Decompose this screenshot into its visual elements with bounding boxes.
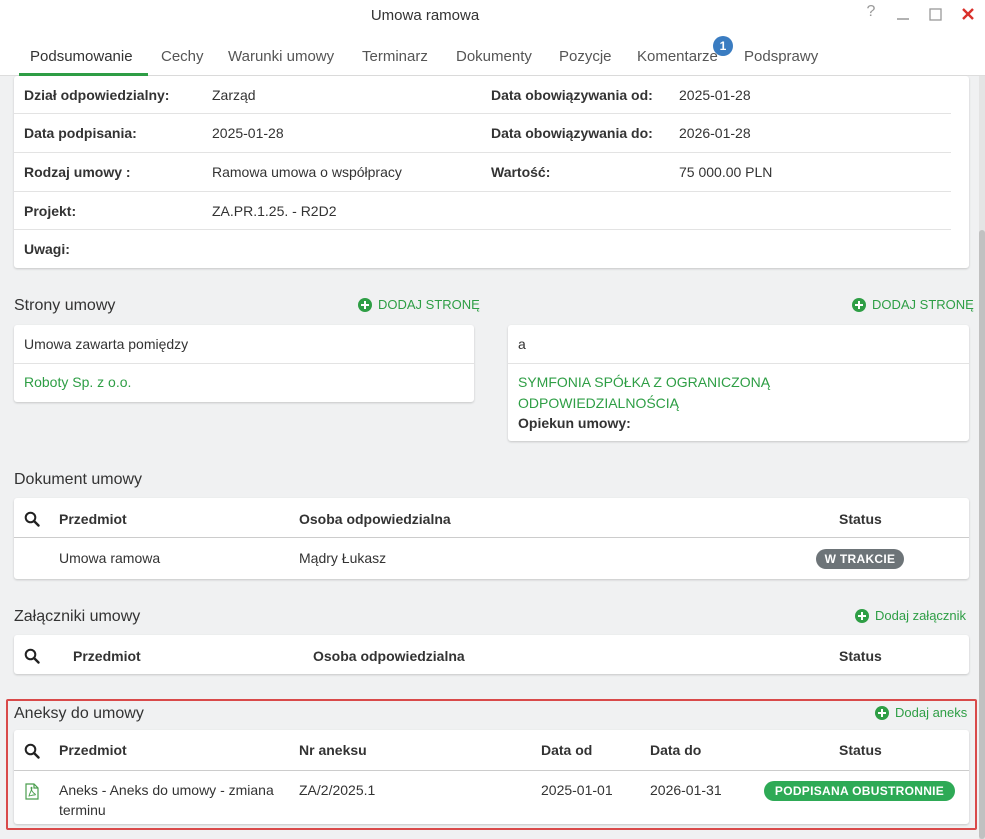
detail-value: ZA.PR.1.25. - R2D2 bbox=[212, 203, 337, 219]
search-icon[interactable] bbox=[24, 648, 40, 664]
party-header: Umowa zawarta pomiędzy bbox=[24, 336, 189, 352]
tab-podsumowanie[interactable]: Podsumowanie bbox=[30, 48, 133, 65]
attachments-section-title: Załączniki umowy bbox=[14, 608, 141, 625]
add-party-button-left[interactable]: DODAJ STRONĘ bbox=[358, 297, 480, 312]
title-bar: Umowa ramowa ? bbox=[0, 0, 985, 36]
tab-terminarz[interactable]: Terminarz bbox=[362, 48, 428, 65]
detail-value: 2025-01-28 bbox=[679, 87, 751, 103]
window-title: Umowa ramowa bbox=[370, 7, 480, 24]
detail-label: Rodzaj umowy : bbox=[24, 164, 131, 180]
table-row-date-to: 2026-01-31 bbox=[650, 782, 722, 798]
column-header-status[interactable]: Status bbox=[839, 511, 882, 527]
add-party-button-right[interactable]: DODAJ STRONĘ bbox=[852, 297, 974, 312]
party-card-right: a SYMFONIA SPÓŁKA Z OGRANICZONĄ ODPOWIED… bbox=[508, 325, 969, 441]
column-header-person[interactable]: Osoba odpowiedzialna bbox=[313, 648, 465, 664]
search-icon[interactable] bbox=[24, 743, 40, 759]
detail-value: Zarząd bbox=[212, 87, 256, 103]
table-row-subject[interactable]: Aneks - Aneks do umowy - zmiana bbox=[59, 782, 274, 798]
table-row-subject[interactable]: Umowa ramowa bbox=[59, 550, 160, 566]
minimize-icon[interactable] bbox=[893, 3, 913, 28]
pdf-file-icon bbox=[25, 783, 39, 800]
detail-label: Data obowiązywania od: bbox=[491, 87, 653, 103]
scrollbar-thumb[interactable] bbox=[979, 230, 985, 839]
annexes-table: Przedmiot Nr aneksu Data od Data do Stat… bbox=[14, 730, 969, 824]
search-icon[interactable] bbox=[24, 511, 40, 527]
attachments-table: Przedmiot Osoba odpowiedzialna Status bbox=[14, 635, 969, 674]
column-header-number[interactable]: Nr aneksu bbox=[299, 742, 367, 758]
detail-value: 2025-01-28 bbox=[212, 125, 284, 141]
tab-podsprawy[interactable]: Podsprawy bbox=[744, 48, 818, 65]
add-annex-button[interactable]: Dodaj aneks bbox=[875, 705, 967, 720]
guardian-label: Opiekun umowy: bbox=[518, 415, 631, 431]
column-header-person[interactable]: Osoba odpowiedzialna bbox=[299, 511, 451, 527]
column-header-subject[interactable]: Przedmiot bbox=[59, 511, 127, 527]
column-header-date-to[interactable]: Data do bbox=[650, 742, 701, 758]
detail-label: Dział odpowiedzialny: bbox=[24, 87, 170, 103]
contract-doc-section-title: Dokument umowy bbox=[14, 471, 143, 488]
detail-value: 75 000.00 PLN bbox=[679, 164, 773, 180]
annexes-section-title: Aneksy do umowy bbox=[14, 705, 144, 722]
divider bbox=[14, 363, 474, 364]
tab-komentarze[interactable]: Komentarze bbox=[637, 48, 718, 65]
detail-label: Projekt: bbox=[24, 203, 77, 219]
comments-count-badge: 1 bbox=[713, 36, 733, 56]
divider bbox=[14, 191, 951, 192]
detail-label: Wartość: bbox=[491, 164, 551, 180]
party-name-link-line2[interactable]: ODPOWIEDZIALNOŚCIĄ bbox=[518, 395, 679, 411]
add-attachment-button[interactable]: Dodaj załącznik bbox=[855, 608, 966, 623]
close-icon[interactable] bbox=[958, 2, 978, 26]
tab-cechy[interactable]: Cechy bbox=[161, 48, 204, 65]
maximize-icon[interactable] bbox=[926, 3, 946, 27]
column-header-subject[interactable]: Przedmiot bbox=[73, 648, 141, 664]
party-name-link[interactable]: Roboty Sp. z o.o. bbox=[24, 374, 131, 390]
table-row-number: ZA/2/2025.1 bbox=[299, 782, 376, 798]
table-row-date-from: 2025-01-01 bbox=[541, 782, 613, 798]
tab-bar: Podsumowanie Cechy Warunki umowy Termina… bbox=[0, 36, 985, 76]
contract-details-card: Dział odpowiedzialny: Zarząd Data obowią… bbox=[14, 76, 969, 268]
divider bbox=[14, 113, 951, 114]
divider bbox=[14, 229, 951, 230]
party-name-link[interactable]: SYMFONIA SPÓŁKA Z OGRANICZONĄ bbox=[518, 374, 770, 390]
detail-value: Ramowa umowa o współpracy bbox=[212, 164, 402, 180]
plus-icon bbox=[852, 297, 866, 312]
help-icon[interactable]: ? bbox=[861, 3, 881, 21]
plus-icon bbox=[358, 297, 372, 312]
add-attachment-label: Dodaj załącznik bbox=[875, 608, 967, 623]
divider bbox=[14, 770, 969, 771]
contract-doc-table: Przedmiot Osoba odpowiedzialna Status Um… bbox=[14, 498, 969, 579]
divider bbox=[14, 537, 969, 538]
detail-label: Data podpisania: bbox=[24, 125, 137, 141]
detail-value: 2026-01-28 bbox=[679, 125, 751, 141]
column-header-date-from[interactable]: Data od bbox=[541, 742, 592, 758]
column-header-subject[interactable]: Przedmiot bbox=[59, 742, 127, 758]
plus-icon bbox=[855, 608, 869, 623]
vertical-scrollbar[interactable] bbox=[979, 76, 985, 839]
add-party-label: DODAJ STRONĘ bbox=[378, 297, 480, 312]
parties-section-title: Strony umowy bbox=[14, 297, 116, 314]
party-header: a bbox=[518, 336, 526, 352]
tab-warunki-umowy[interactable]: Warunki umowy bbox=[228, 48, 334, 65]
column-header-status[interactable]: Status bbox=[839, 742, 882, 758]
table-row-person: Mądry Łukasz bbox=[299, 550, 387, 566]
tab-dokumenty[interactable]: Dokumenty bbox=[456, 48, 532, 65]
plus-icon bbox=[875, 705, 889, 720]
table-row-subject-line2[interactable]: terminu bbox=[59, 802, 106, 818]
add-annex-label: Dodaj aneks bbox=[895, 705, 968, 720]
add-party-label: DODAJ STRONĘ bbox=[872, 297, 974, 312]
divider bbox=[14, 152, 951, 153]
detail-label: Data obowiązywania do: bbox=[491, 125, 653, 141]
status-badge: W TRAKCIE bbox=[816, 549, 904, 569]
divider bbox=[508, 363, 969, 364]
detail-label: Uwagi: bbox=[24, 241, 70, 257]
tab-pozycje[interactable]: Pozycje bbox=[559, 48, 612, 65]
column-header-status[interactable]: Status bbox=[839, 648, 882, 664]
status-badge: PODPISANA OBUSTRONNIE bbox=[764, 781, 955, 801]
party-card-left: Umowa zawarta pomiędzy Roboty Sp. z o.o. bbox=[14, 325, 474, 402]
